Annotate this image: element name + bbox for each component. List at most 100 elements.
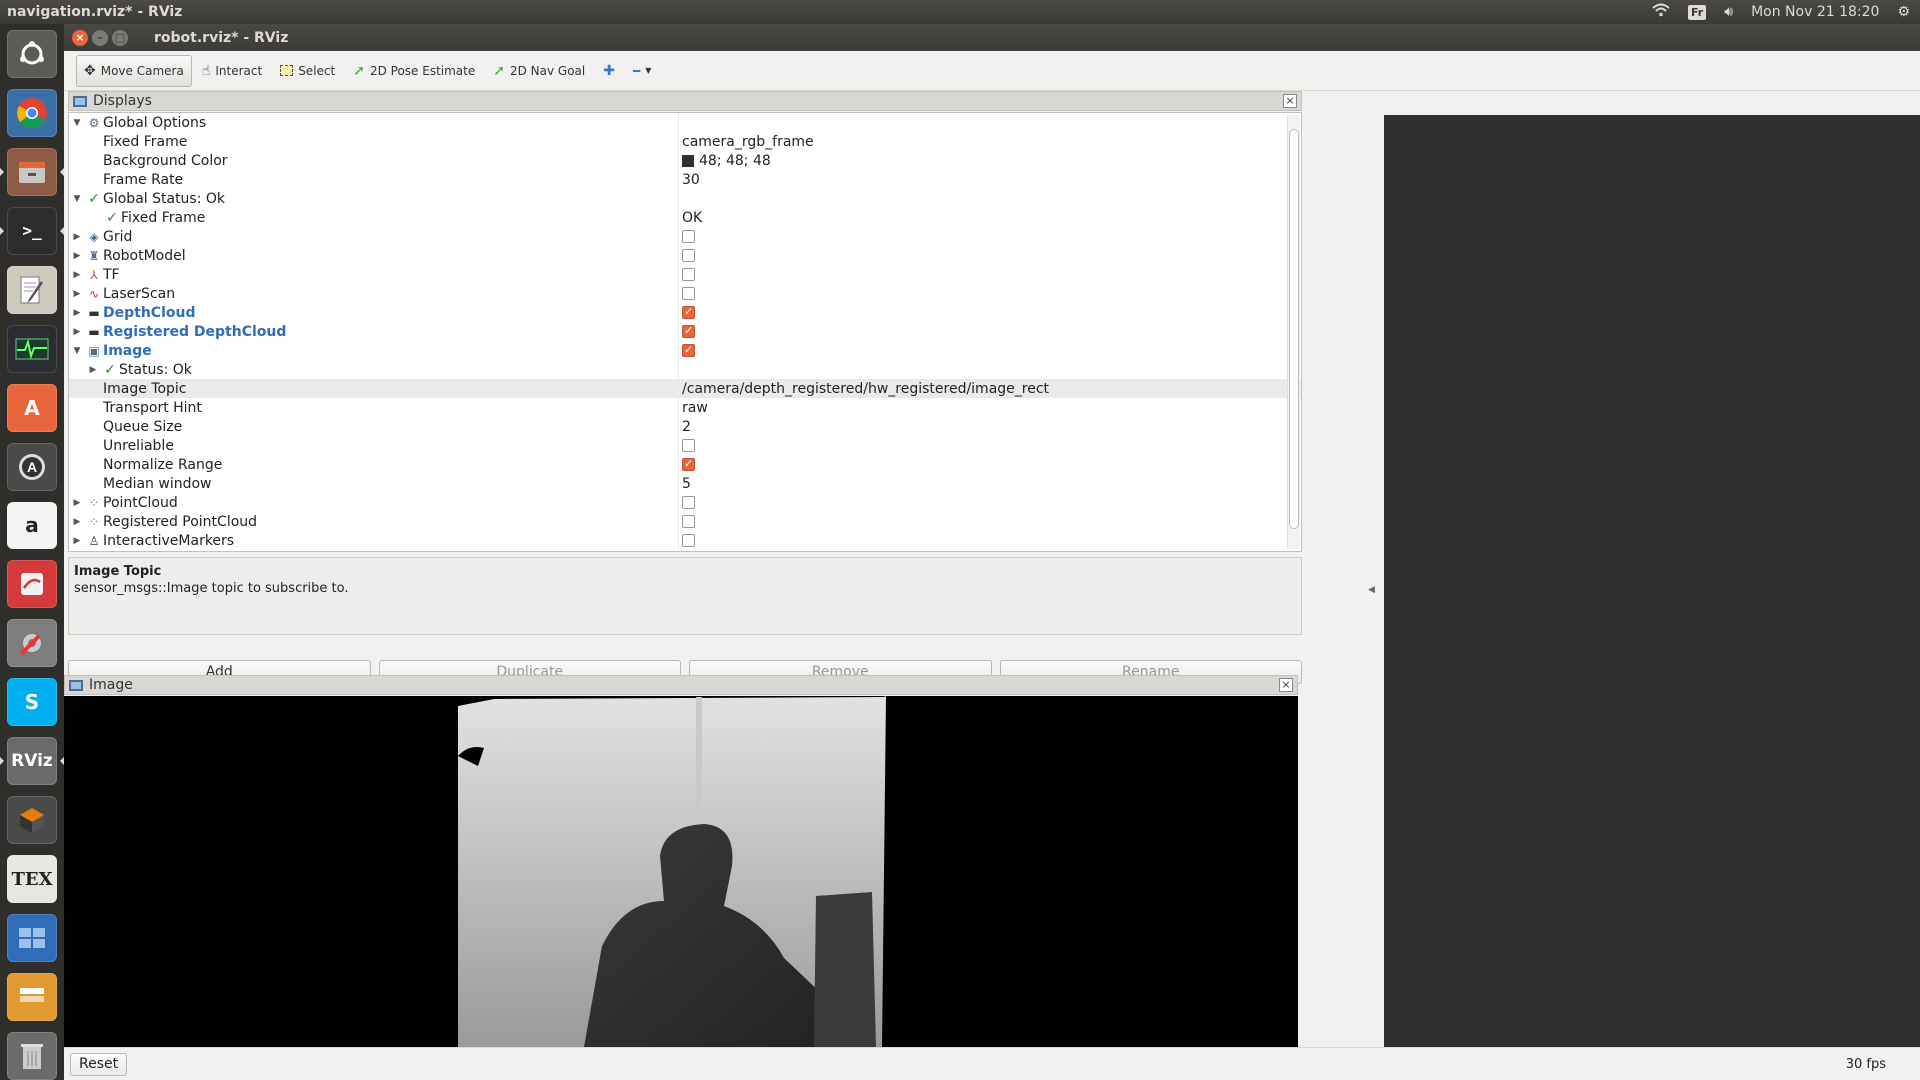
transport-hint-value[interactable]: raw — [682, 400, 708, 416]
tree-row-background-color[interactable]: Background Color 48; 48; 48 — [69, 151, 1301, 170]
add-tool-button[interactable]: ✚ — [595, 55, 623, 87]
system-settings-icon[interactable] — [7, 619, 57, 668]
tree-row-laserscan[interactable]: ▶ ∿ LaserScan — [69, 284, 1301, 303]
tree-scrollbar[interactable] — [1287, 115, 1300, 549]
tree-row-global-options[interactable]: ▼ ⚙ Global Options — [69, 113, 1301, 132]
expand-arrow-icon[interactable]: ▶ — [69, 232, 85, 242]
gear-icon[interactable]: ⚙ — [1897, 4, 1910, 20]
tree-row-image[interactable]: ▼ ▣ Image — [69, 341, 1301, 360]
depth-image-view[interactable] — [64, 696, 1298, 1047]
registered-pointcloud-checkbox[interactable] — [682, 515, 695, 528]
expand-arrow-icon[interactable]: ▶ — [69, 308, 85, 318]
stacked-app-icon[interactable] — [7, 973, 57, 1021]
reset-button[interactable]: Reset — [70, 1052, 128, 1076]
skype-icon[interactable]: S — [7, 678, 57, 727]
expand-arrow-icon[interactable]: ▶ — [69, 251, 85, 261]
tree-row-fixed-frame[interactable]: Fixed Frame camera_rgb_frame — [69, 132, 1301, 151]
tree-row-pointcloud[interactable]: ▶ ⁘ PointCloud — [69, 493, 1301, 512]
tool-select[interactable]: Select — [272, 55, 343, 87]
tool-2d-pose-estimate[interactable]: ➚ 2D Pose Estimate — [345, 55, 483, 87]
median-window-value[interactable]: 5 — [682, 476, 691, 492]
trash-icon[interactable] — [7, 1031, 57, 1080]
maximize-window-button[interactable]: □ — [112, 29, 128, 46]
image-checkbox[interactable] — [682, 343, 695, 357]
workspaces-icon[interactable] — [7, 914, 57, 962]
tree-row-registered-depthcloud[interactable]: ▶ ▬ Registered DepthCloud — [69, 322, 1301, 341]
tree-row-tf[interactable]: ▶ ⅄ TF — [69, 265, 1301, 284]
description-text: sensor_msgs::Image topic to subscribe to… — [74, 581, 349, 596]
tree-row-global-status[interactable]: ▼ ✓ Global Status: Ok — [69, 189, 1301, 208]
expand-arrow-icon[interactable]: ▼ — [69, 194, 85, 204]
tool-label: Interact — [215, 63, 263, 78]
terminal-icon[interactable]: >_ — [0, 206, 64, 255]
expand-arrow-icon[interactable]: ▶ — [69, 517, 85, 527]
close-panel-button[interactable]: × — [1279, 678, 1293, 692]
amazon-icon[interactable]: a — [7, 501, 57, 550]
blender-icon[interactable] — [7, 796, 57, 845]
tree-row-depthcloud[interactable]: ▶ ▬ DepthCloud — [69, 303, 1301, 322]
interactivemarkers-checkbox[interactable] — [682, 534, 695, 547]
software-center-icon[interactable]: A — [7, 383, 57, 432]
tree-row-image-topic[interactable]: Image Topic /camera/depth_registered/hw_… — [69, 379, 1301, 398]
unreliable-checkbox[interactable] — [682, 439, 695, 452]
pointcloud-checkbox[interactable] — [682, 496, 695, 509]
depthcloud-checkbox[interactable] — [682, 305, 695, 319]
color-swatch[interactable] — [682, 154, 694, 167]
tree-row-registered-pointcloud[interactable]: ▶ ⁘ Registered PointCloud — [69, 512, 1301, 531]
queue-size-value[interactable]: 2 — [682, 419, 691, 435]
expand-arrow-icon[interactable]: ▶ — [69, 327, 85, 337]
software-updater-icon[interactable]: A — [7, 442, 57, 491]
tree-row-status-fixed-frame[interactable]: ✓ Fixed Frame OK — [69, 208, 1301, 227]
rviz-icon[interactable]: RViz — [0, 737, 64, 786]
text-editor-icon[interactable] — [7, 265, 57, 314]
panel-splitter-left[interactable]: ◀ — [1362, 115, 1384, 1071]
close-panel-button[interactable]: × — [1283, 94, 1297, 108]
grid-checkbox[interactable] — [682, 230, 695, 243]
clock[interactable]: Mon Nov 21 18:20 — [1751, 4, 1879, 20]
tree-row-normalize-range[interactable]: Normalize Range — [69, 455, 1301, 474]
tool-move-camera[interactable]: ✥ Move Camera — [76, 54, 192, 87]
ubuntu-dash-icon[interactable] — [7, 30, 57, 78]
system-monitor-icon[interactable] — [7, 324, 57, 373]
tool-interact[interactable]: ☝ Interact — [194, 55, 270, 87]
expand-arrow-icon[interactable]: ▼ — [69, 118, 85, 128]
document-viewer-icon[interactable] — [7, 560, 57, 609]
background-color-value[interactable]: 48; 48; 48 — [699, 153, 771, 169]
scrollbar-thumb[interactable] — [1289, 129, 1299, 529]
expand-arrow-icon[interactable]: ▶ — [85, 365, 101, 375]
frame-rate-value[interactable]: 30 — [682, 172, 700, 188]
tree-row-frame-rate[interactable]: Frame Rate 30 — [69, 170, 1301, 189]
registered-depthcloud-checkbox[interactable] — [682, 324, 695, 338]
chrome-icon[interactable] — [7, 88, 57, 137]
expand-arrow-icon[interactable]: ▶ — [69, 536, 85, 546]
tree-row-grid[interactable]: ▶ ◈ Grid — [69, 227, 1301, 246]
tree-row-unreliable[interactable]: Unreliable — [69, 436, 1301, 455]
tree-row-queue-size[interactable]: Queue Size 2 — [69, 417, 1301, 436]
expand-arrow-icon[interactable]: ▶ — [69, 289, 85, 299]
wifi-icon[interactable] — [1652, 3, 1670, 21]
minimize-window-button[interactable]: – — [92, 29, 108, 46]
tree-row-transport-hint[interactable]: Transport Hint raw — [69, 398, 1301, 417]
3d-render-view[interactable] — [1384, 115, 1920, 1071]
robotmodel-checkbox[interactable] — [682, 249, 695, 262]
expand-arrow-icon[interactable]: ▶ — [69, 498, 85, 508]
tool-2d-nav-goal[interactable]: ➚ 2D Nav Goal — [485, 55, 593, 87]
fixed-frame-value[interactable]: camera_rgb_frame — [682, 134, 814, 150]
remove-tool-menu[interactable]: ━ ▼ — [625, 55, 659, 87]
close-window-button[interactable]: × — [72, 29, 88, 46]
tree-row-median-window[interactable]: Median window 5 — [69, 474, 1301, 493]
expand-arrow-icon[interactable]: ▼ — [69, 346, 85, 356]
texmaker-icon[interactable]: TEX — [7, 855, 57, 904]
keyboard-layout-indicator[interactable]: Fr — [1688, 4, 1707, 20]
tree-row-interactivemarkers[interactable]: ▶ ♙ InteractiveMarkers — [69, 531, 1301, 550]
tf-checkbox[interactable] — [682, 268, 695, 281]
tree-row-robotmodel[interactable]: ▶ ♜ RobotModel — [69, 246, 1301, 265]
laserscan-checkbox[interactable] — [682, 287, 695, 300]
tree-row-image-status[interactable]: ▶ ✓ Status: Ok — [69, 360, 1301, 379]
normalize-range-checkbox[interactable] — [682, 457, 695, 471]
collapse-arrow-icon[interactable]: ◀ — [1368, 585, 1375, 595]
files-icon[interactable] — [0, 147, 64, 196]
volume-icon[interactable]: 🔊︎ — [1724, 4, 1733, 20]
expand-arrow-icon[interactable]: ▶ — [69, 270, 85, 280]
image-topic-value[interactable]: /camera/depth_registered/hw_registered/i… — [682, 381, 1049, 397]
